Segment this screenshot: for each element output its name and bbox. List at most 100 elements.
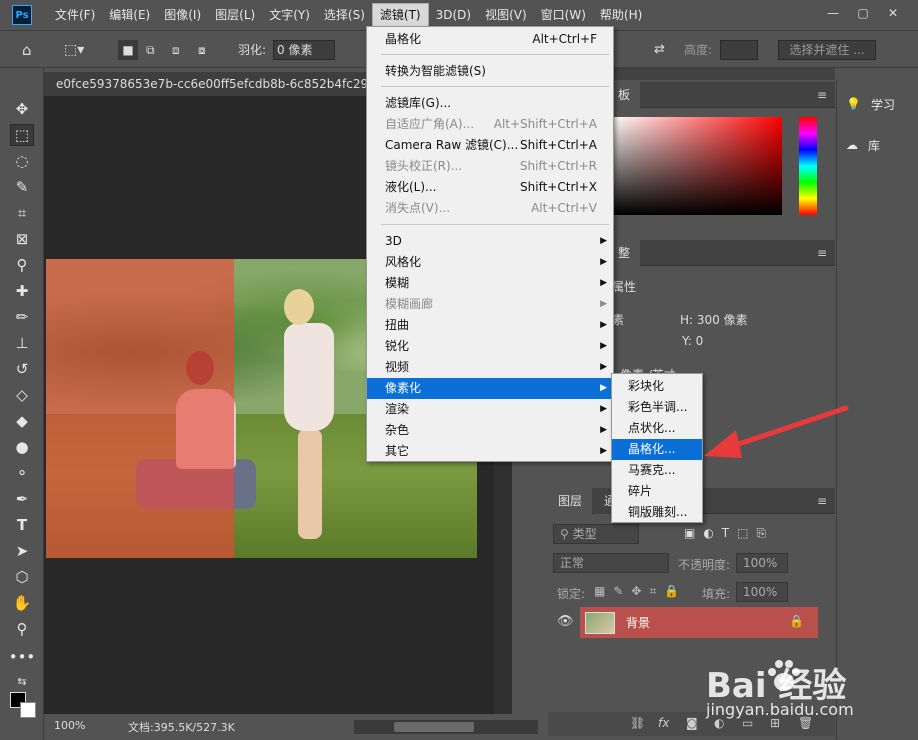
eraser-tool-icon[interactable]: ◇ (10, 384, 34, 406)
color-picker-field[interactable] (612, 117, 782, 215)
move-tool-icon[interactable]: ✥ (10, 98, 34, 120)
submenu-3d[interactable]: 3D ▶ (367, 231, 613, 252)
hue-slider[interactable] (799, 117, 817, 215)
pixelate-crystallize[interactable]: 晶格化... (612, 439, 702, 460)
properties-y: Y: 0 (682, 334, 704, 348)
liquify[interactable]: 液化(L)... Shift+Ctrl+X (367, 177, 613, 198)
fill-input[interactable]: 100% (736, 582, 788, 602)
link-layers-icon[interactable]: ⛓ (630, 716, 645, 730)
shape-tool-icon[interactable]: ⬡ (10, 566, 34, 588)
lasso-tool-icon[interactable]: ◌ (10, 150, 34, 172)
frame-tool-icon[interactable]: ⊠ (10, 228, 34, 250)
crop-tool-icon[interactable]: ⌗ (10, 202, 34, 224)
minimize-icon[interactable]: — (820, 4, 846, 22)
paw-icon (768, 660, 800, 691)
menu-filter[interactable]: 滤镜(T) (371, 3, 429, 27)
feather-input[interactable]: 0 像素 (273, 40, 335, 60)
layer-row-background[interactable] (580, 607, 818, 638)
quick-selection-tool-icon[interactable]: ✎ (10, 176, 34, 198)
restore-icon[interactable]: ▢ (850, 4, 876, 22)
type-tool-icon[interactable]: T (10, 514, 34, 536)
add-mask-icon[interactable]: ◙ (686, 716, 698, 730)
brush-tool-icon[interactable]: ✏ (10, 306, 34, 328)
image-woman-head (284, 289, 314, 325)
layer-filter-icons[interactable]: ▣◐T⬚⎘ (684, 526, 774, 541)
menu-file[interactable]: 文件(F) (48, 0, 102, 30)
document-tab[interactable]: e0fce59378653e7b-cc6e00ff5efcdb8b-6c852b… (44, 72, 374, 96)
intersect-selection-icon[interactable]: ⧇ (198, 40, 206, 60)
home-icon[interactable]: ⌂ (22, 40, 32, 60)
more-tools-icon[interactable]: ••• (9, 646, 36, 668)
red-arrow-annotation (704, 405, 849, 458)
reset-colors-icon[interactable]: ⇆ (10, 670, 34, 692)
menu-edit[interactable]: 编辑(E) (102, 0, 157, 30)
lock-icons[interactable]: ▦✎✥⌗🔒 (594, 584, 687, 599)
lightbulb-icon: 💡 (846, 97, 861, 111)
submenu-stylize[interactable]: 风格化 ▶ (367, 252, 613, 273)
panel-menu-icon[interactable]: ≡ (817, 88, 827, 102)
opacity-input[interactable]: 100% (736, 553, 788, 573)
submenu-sharpen[interactable]: 锐化 ▶ (367, 336, 613, 357)
filter-last-crystallize[interactable]: 晶格化 Alt+Ctrl+F (367, 29, 613, 50)
learn-panel-button[interactable]: 💡 学习 (846, 91, 895, 117)
menu-layer[interactable]: 图层(L) (208, 0, 262, 30)
new-selection-icon[interactable]: ■ (118, 40, 138, 60)
zoom-level[interactable]: 100% (54, 719, 85, 732)
layer-filter-select[interactable]: ⚲ 类型 (553, 524, 639, 544)
menu-select[interactable]: 选择(S) (317, 0, 372, 30)
menu-image[interactable]: 图像(I) (157, 0, 208, 30)
eyedropper-tool-icon[interactable]: ⚲ (10, 254, 34, 276)
image-woman-dress (284, 323, 334, 431)
submenu-blur[interactable]: 模糊 ▶ (367, 273, 613, 294)
fx-icon[interactable]: fx (658, 716, 669, 730)
blur-tool-icon[interactable]: ● (10, 436, 34, 458)
select-and-mask-button[interactable]: 选择并遮住 ... (778, 40, 876, 60)
rectangular-marquee-tool-icon[interactable]: ⬚ (10, 124, 34, 146)
swap-icon[interactable]: ⇄ (654, 40, 665, 60)
eye-icon[interactable]: 👁 (557, 614, 574, 629)
panel-menu-icon[interactable]: ≡ (817, 494, 827, 508)
submenu-render[interactable]: 渲染 ▶ (367, 399, 613, 420)
history-brush-tool-icon[interactable]: ↺ (10, 358, 34, 380)
menu-type[interactable]: 文字(Y) (262, 0, 317, 30)
submenu-distort[interactable]: 扭曲 ▶ (367, 315, 613, 336)
library-panel-button[interactable]: ☁ 库 (846, 132, 880, 158)
tab-layers[interactable]: 图层 (548, 488, 593, 514)
dodge-tool-icon[interactable]: ⚬ (10, 462, 34, 484)
paint-bucket-tool-icon[interactable]: ◆ (10, 410, 34, 432)
healing-brush-tool-icon[interactable]: ✚ (10, 280, 34, 302)
height-input[interactable] (720, 40, 758, 60)
zoom-tool-icon[interactable]: ⚲ (10, 618, 34, 640)
document-size: 文档:395.5K/527.3K (128, 721, 235, 734)
close-icon[interactable]: ✕ (880, 4, 906, 22)
pixelate-fragment[interactable]: 碎片 (612, 481, 702, 502)
fill-label: 填充: (702, 587, 731, 601)
lock-icon: 🔒 (789, 614, 804, 628)
opacity-label: 不透明度: (678, 558, 731, 572)
background-color-swatch[interactable] (20, 702, 36, 718)
menu-separator (381, 224, 609, 225)
pen-tool-icon[interactable]: ✒ (10, 488, 34, 510)
submenu-noise[interactable]: 杂色 ▶ (367, 420, 613, 441)
subtract-selection-icon[interactable]: ⧈ (172, 40, 180, 60)
pixelate-mosaic[interactable]: 马赛克... (612, 460, 702, 481)
horizontal-scroll-thumb[interactable] (394, 722, 474, 732)
marquee-tool-preset-icon[interactable]: ⬚▾ (64, 40, 84, 60)
pixelate-color-halftone[interactable]: 彩色半调... (612, 397, 702, 418)
path-selection-tool-icon[interactable]: ➤ (10, 540, 34, 562)
blend-mode-select[interactable]: 正常 (553, 553, 669, 573)
submenu-pixelate[interactable]: 像素化 ▶ (367, 378, 613, 399)
add-selection-icon[interactable]: ⧉ (146, 40, 155, 60)
pixelate-facet[interactable]: 彩块化 (612, 376, 702, 397)
submenu-video[interactable]: 视频 ▶ (367, 357, 613, 378)
camera-raw-filter[interactable]: Camera Raw 滤镜(C)... Shift+Ctrl+A (367, 135, 613, 156)
horizontal-scrollbar[interactable] (354, 720, 538, 734)
filter-gallery[interactable]: 滤镜库(G)... (367, 93, 613, 114)
pixelate-pointillize[interactable]: 点状化... (612, 418, 702, 439)
submenu-other[interactable]: 其它 ▶ (367, 441, 613, 462)
hand-tool-icon[interactable]: ✋ (10, 592, 34, 614)
clone-stamp-tool-icon[interactable]: ⊥ (10, 332, 34, 354)
pixelate-mezzotint[interactable]: 铜版雕刻... (612, 502, 702, 523)
panel-menu-icon[interactable]: ≡ (817, 246, 827, 260)
convert-smart-filter[interactable]: 转换为智能滤镜(S) (367, 61, 613, 82)
